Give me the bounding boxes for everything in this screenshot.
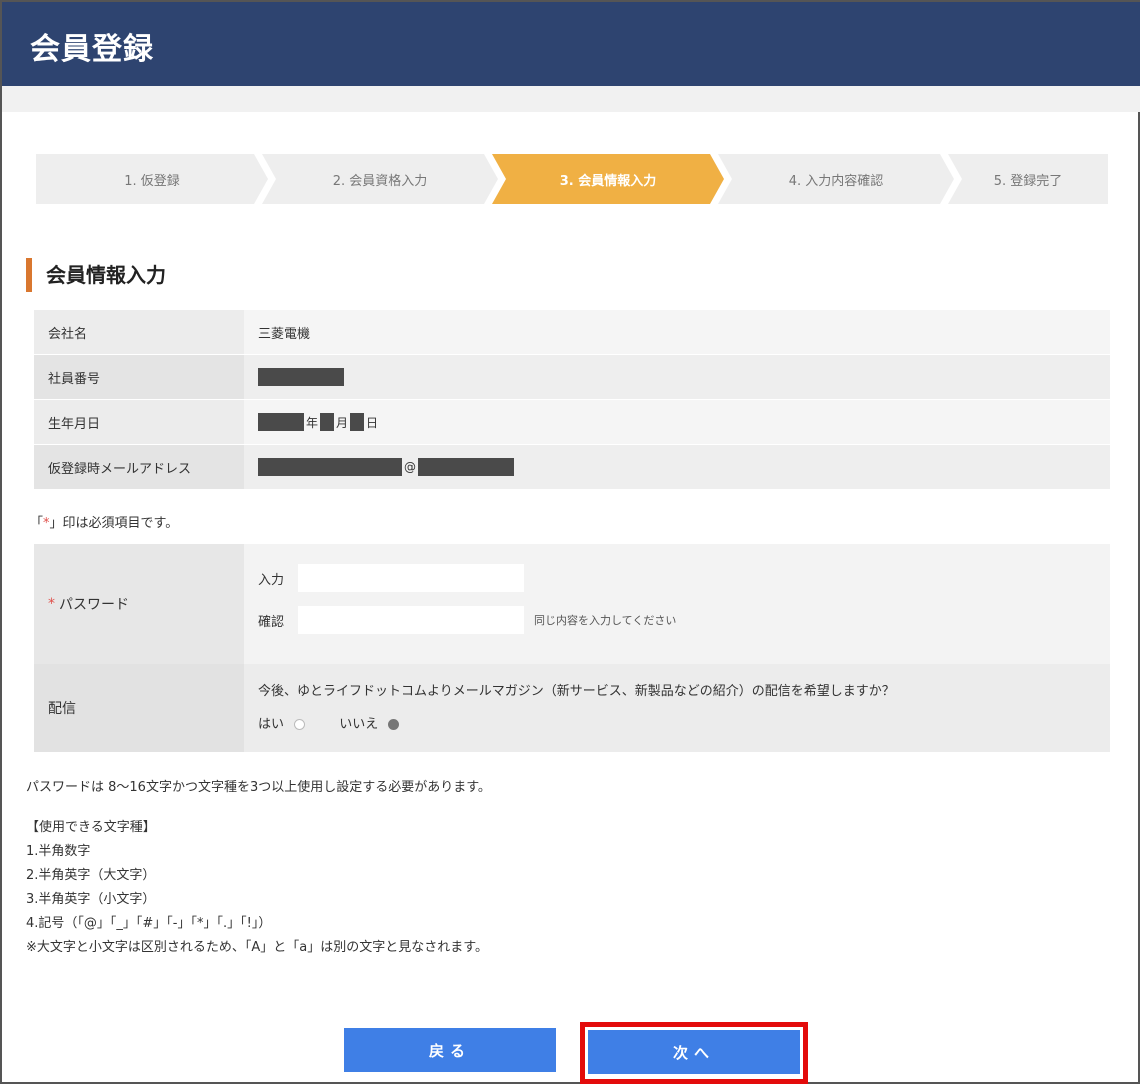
company-value: 三菱電機: [244, 310, 1110, 354]
rules-lead: パスワードは 8～16文字かつ文字種を3つ以上使用し設定する必要があります。: [26, 780, 491, 795]
delivery-label: 配信: [34, 664, 244, 752]
company-label: 会社名: [34, 310, 244, 354]
email-at: @: [404, 460, 416, 474]
delivery-options: 今後、ゆとライフドットコムよりメールマガジン（新サービス、新製品などの紹介）の配…: [244, 664, 1110, 752]
delivery-row: 配信 今後、ゆとライフドットコムよりメールマガジン（新サービス、新製品などの紹介…: [34, 664, 1110, 752]
email-value: @: [244, 445, 1110, 489]
info-row-company: 会社名 三菱電機: [34, 310, 1110, 355]
password-confirm-line: 確認 同じ内容を入力してください: [258, 602, 1110, 638]
birthdate-label: 生年月日: [34, 400, 244, 444]
step-5: 5. 登録完了: [948, 154, 1108, 204]
member-info-table: 会社名 三菱電機 社員番号 生年月日 年 月 日 仮登録時メールアドレス @: [34, 310, 1110, 490]
rules-note: ※大文字と小文字は区別されるため、「A」と「a」は別の文字と見なされます。: [26, 940, 488, 955]
password-confirm-input[interactable]: [298, 606, 524, 634]
year-unit: 年: [306, 415, 319, 430]
note-text: 」印は必須項目です。: [49, 516, 179, 531]
employee-number-label: 社員番号: [34, 355, 244, 399]
rules-item: 3.半角英字（小文字）: [26, 892, 156, 907]
next-button[interactable]: 次へ: [588, 1030, 800, 1074]
email-label: 仮登録時メールアドレス: [34, 445, 244, 489]
redacted-email-domain: [418, 458, 514, 476]
yes-radio[interactable]: [294, 719, 306, 730]
redacted-day: [350, 413, 365, 431]
password-rules: パスワードは 8～16文字かつ文字種を3つ以上使用し設定する必要があります。 【…: [26, 776, 491, 960]
redacted-email-local: [258, 458, 402, 476]
step-3-active: 3. 会員情報入力: [492, 154, 724, 204]
step-2: 2. 会員資格入力: [262, 154, 498, 204]
rules-item: 2.半角英字（大文字）: [26, 868, 156, 883]
info-row-email: 仮登録時メールアドレス @: [34, 445, 1110, 490]
redacted-employee-number: [258, 368, 344, 386]
delivery-radio-group: はい いいえ: [258, 713, 1110, 732]
step-1: 1. 仮登録: [36, 154, 268, 204]
password-label: * パスワード: [34, 544, 244, 664]
member-form: * パスワード 入力 確認 同じ内容を入力してください 配信 今後、ゆとライフド…: [34, 544, 1110, 752]
input-label: 入力: [258, 572, 285, 588]
page-header: 会員登録: [2, 2, 1140, 86]
back-button[interactable]: 戻る: [344, 1028, 556, 1072]
progress-stepper: 1. 仮登録 2. 会員資格入力 3. 会員情報入力 4. 入力内容確認 5. …: [36, 154, 1108, 204]
delivery-question: 今後、ゆとライフドットコムよりメールマガジン（新サービス、新製品などの紹介）の配…: [258, 684, 895, 699]
password-input-line: 入力: [258, 560, 1110, 596]
section-title: 会員情報入力: [26, 258, 166, 292]
rules-item: 1.半角数字: [26, 844, 91, 859]
redacted-month: [320, 413, 335, 431]
required-mark: *: [48, 596, 55, 612]
password-label-text: パスワード: [59, 597, 129, 613]
password-fields: 入力 確認 同じ内容を入力してください: [244, 544, 1110, 664]
info-row-birthdate: 生年月日 年 月 日: [34, 400, 1110, 445]
no-label: いいえ: [339, 717, 379, 732]
required-note: 「*」印は必須項目です。: [30, 512, 178, 531]
note-open: 「: [30, 516, 44, 531]
step-4: 4. 入力内容確認: [718, 154, 954, 204]
no-radio[interactable]: [388, 719, 400, 730]
redacted-year: [258, 413, 304, 431]
birthdate-value: 年 月 日: [244, 400, 1110, 444]
page-title: 会員登録: [30, 32, 154, 67]
header-subbar: [2, 86, 1140, 112]
rules-heading: 【使用できる文字種】: [26, 820, 156, 835]
password-input[interactable]: [298, 564, 524, 592]
rules-item: 4.記号（「@」「_」「#」「-」「*」「.」「!」）: [26, 916, 272, 931]
info-row-employee: 社員番号: [34, 355, 1110, 400]
month-unit: 月: [336, 415, 349, 430]
day-unit: 日: [366, 415, 379, 430]
yes-label: はい: [258, 717, 285, 732]
employee-number-value: [244, 355, 1110, 399]
confirm-label: 確認: [258, 614, 285, 630]
confirm-hint: 同じ内容を入力してください: [534, 614, 677, 627]
password-row: * パスワード 入力 確認 同じ内容を入力してください: [34, 544, 1110, 664]
